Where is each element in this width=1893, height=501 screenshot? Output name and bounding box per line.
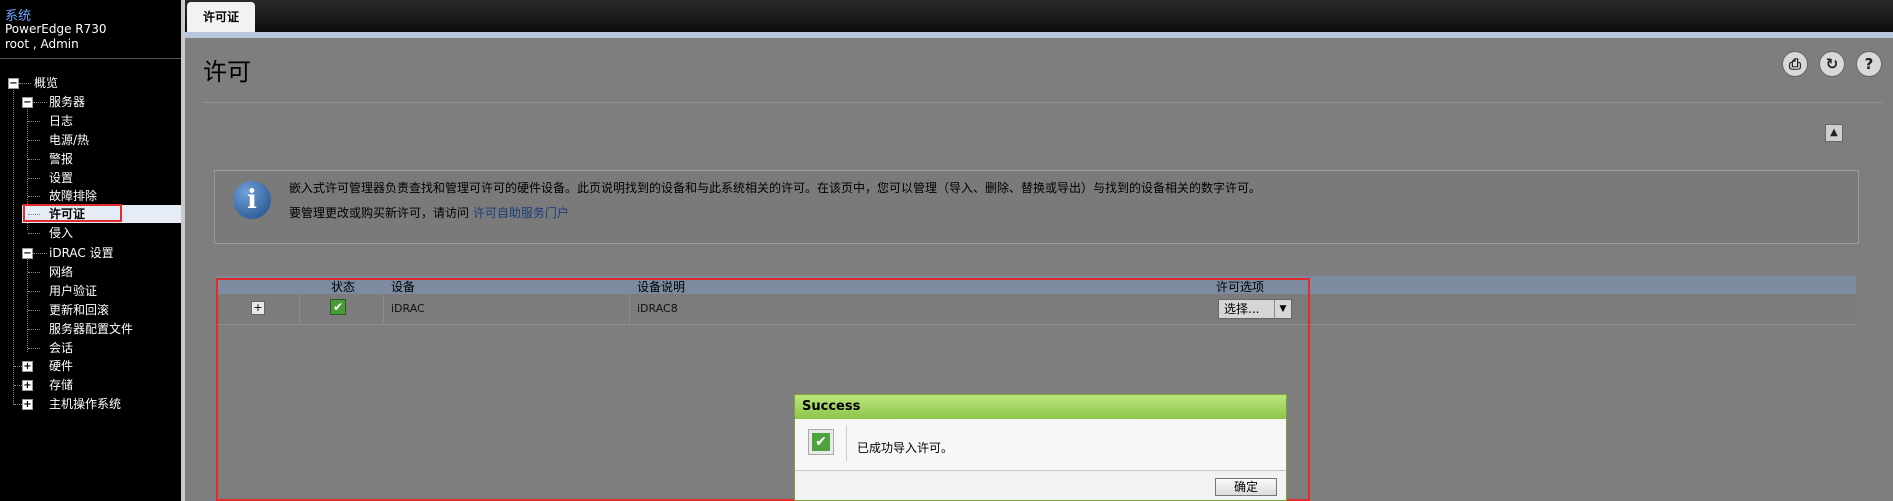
tree-guide-line [14,385,22,386]
tree-guide-line [28,159,40,160]
collapse-toggle-icon[interactable]: − [22,248,33,259]
tree-guide-line [28,348,40,349]
info-portal-line: 要管理更改或购买新许可，请访问 许可自助服务门户 [289,204,569,221]
tree-guide-line [28,121,40,122]
dialog-divider [846,425,847,461]
tree-guide-line [28,140,40,141]
tree-guide-line [33,253,47,254]
system-summary: 系统 PowerEdge R730 root , Admin [0,0,181,59]
tree-item-server-profile[interactable]: 服务器配置文件 [49,321,133,337]
tree-item-sessions[interactable]: 会话 [49,340,73,356]
success-dialog: Success ✔ 已成功导入许可。 确定 [794,394,1287,501]
tree-item-storage[interactable]: 存储 [49,377,73,393]
tab-licenses[interactable]: 许可证 [187,2,255,32]
print-icon[interactable]: ⎙ [1782,51,1808,77]
tree-item-update-rollback[interactable]: 更新和回滚 [49,302,109,318]
logged-in-user: root , Admin [5,37,79,51]
tree-item-overview[interactable]: 概览 [34,75,58,91]
tree-guide-line [28,272,40,273]
dialog-footer: 确定 [795,470,1286,500]
help-icon[interactable]: ? [1856,51,1882,77]
title-divider [203,102,1883,103]
license-portal-link[interactable]: 许可自助服务门户 [473,206,569,220]
tree-guide-line [28,310,40,311]
tree-item-host-os[interactable]: 主机操作系统 [49,396,121,412]
tree-guide-line [14,404,22,405]
expand-toggle-icon[interactable]: + [22,380,33,391]
page-title: 许可 [203,58,251,86]
tree-guide-line [19,83,31,84]
tree-item-hardware[interactable]: 硬件 [49,358,73,374]
tree-item-network[interactable]: 网络 [49,264,73,280]
refresh-icon[interactable]: ↻ [1819,51,1845,77]
expand-toggle-icon[interactable]: + [22,399,33,410]
tree-item-setup[interactable]: 设置 [49,170,73,186]
tree-item-power-thermal[interactable]: 电源/热 [49,132,89,148]
dialog-title: Success [795,395,1286,419]
ok-button[interactable]: 确定 [1215,478,1277,496]
tree-guide-line [28,178,40,179]
tree-guide-line [14,366,22,367]
tree-item-server[interactable]: 服务器 [49,94,85,110]
collapse-toggle-icon[interactable]: − [8,78,19,89]
tree-guide-line [28,291,40,292]
info-panel: i 嵌入式许可管理器负责查找和管理可许可的硬件设备。此页说明找到的设备和与此系统… [214,170,1859,244]
tree-item-troubleshooting[interactable]: 故障排除 [49,188,97,204]
tree-guide-line [33,102,47,103]
info-portal-prefix: 要管理更改或购买新许可，请访问 [289,206,470,220]
tree-item-idrac-settings[interactable]: iDRAC 设置 [49,245,114,261]
tree-guide-line [28,233,40,234]
sidebar: 系统 PowerEdge R730 root , Admin − 概览 − 服务… [0,0,181,501]
collapse-toggle-icon[interactable]: − [22,97,33,108]
system-model: PowerEdge R730 [5,22,107,36]
tree-item-log[interactable]: 日志 [49,113,73,129]
info-description: 嵌入式许可管理器负责查找和管理可许可的硬件设备。此页说明找到的设备和与此系统相关… [289,181,1262,195]
info-icon: i [233,181,271,219]
dialog-message: 已成功导入许可。 [857,441,954,455]
tab-bar [185,0,1893,32]
tree-guide-line [28,329,40,330]
tree-guide-line [13,87,14,405]
check-icon: ✔ [808,429,834,455]
tree-item-user-auth[interactable]: 用户验证 [49,283,97,299]
tree-item-alerts[interactable]: 警报 [49,151,73,167]
annotation-box-licenses [23,204,122,222]
tree-guide-line [28,196,40,197]
collapse-up-icon[interactable]: ▲ [1825,124,1843,142]
tree-item-intrusion[interactable]: 侵入 [49,225,73,241]
expand-toggle-icon[interactable]: + [22,361,33,372]
check-mark: ✔ [812,433,830,451]
